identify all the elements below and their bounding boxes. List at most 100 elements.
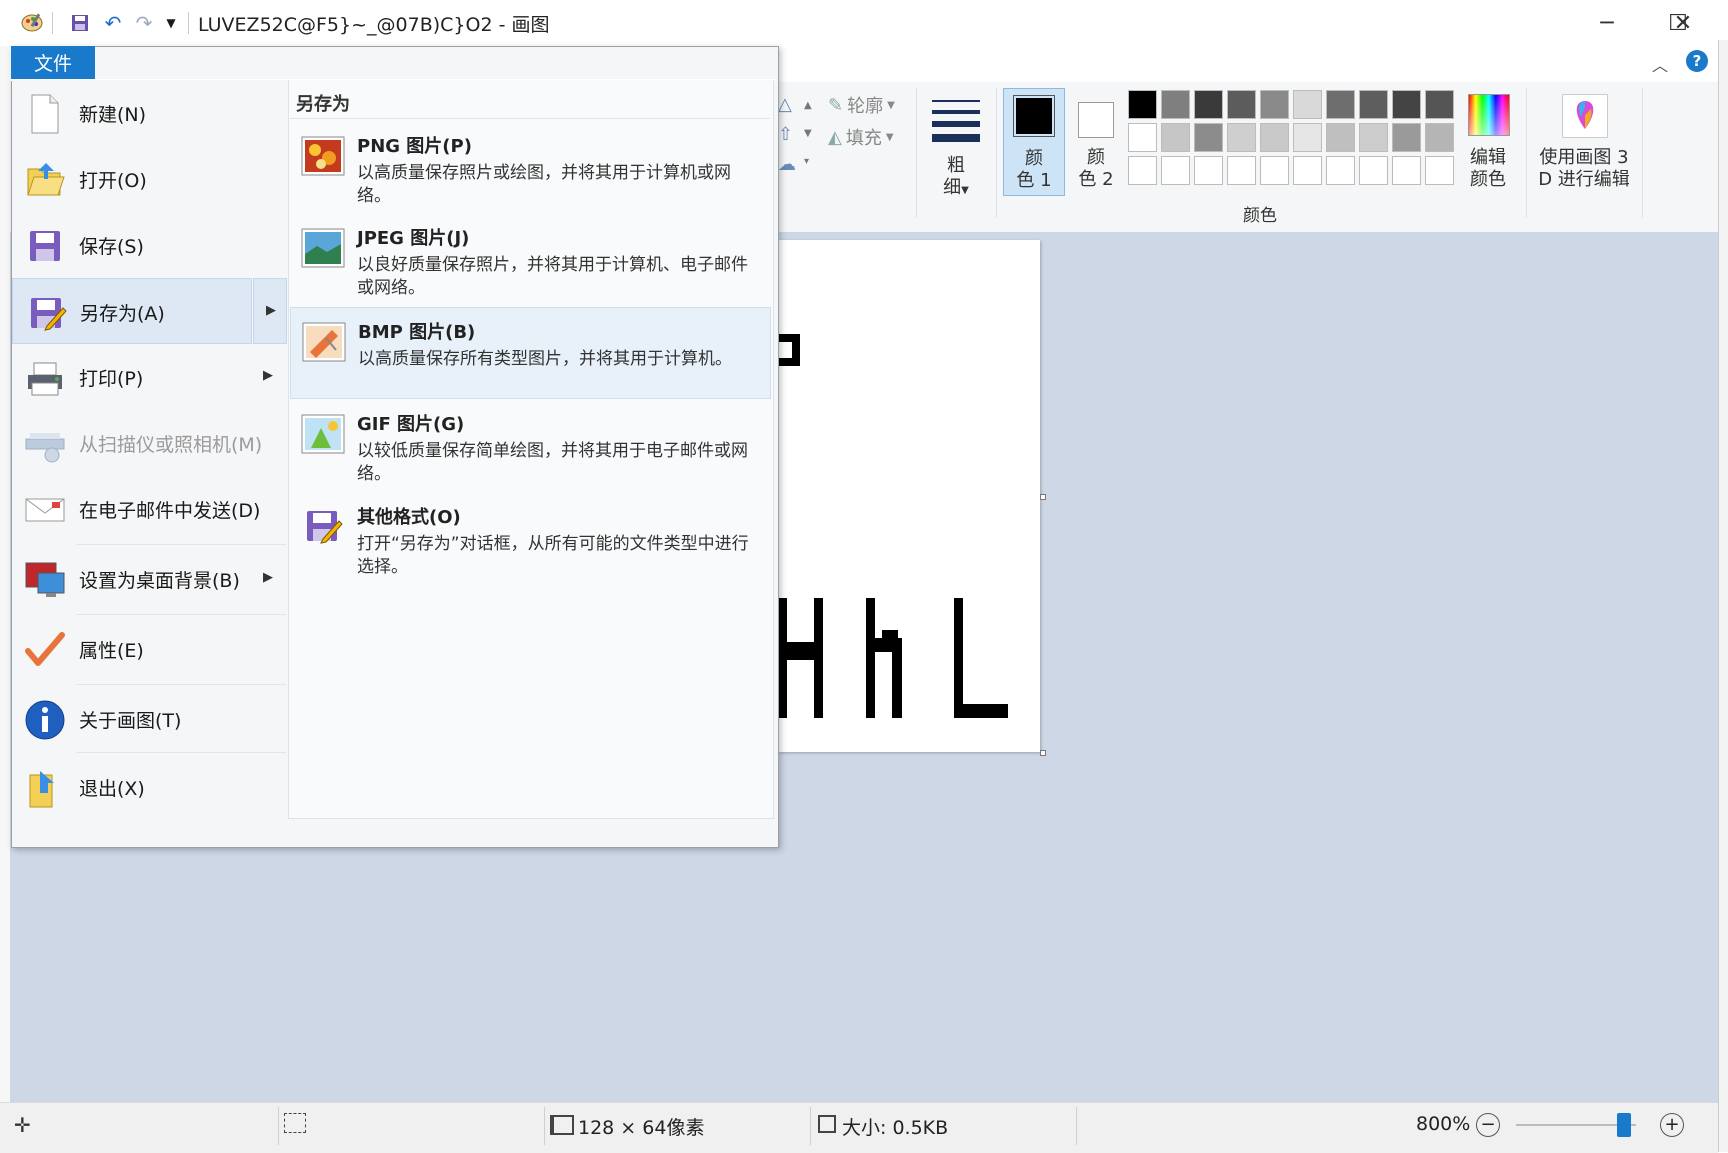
- menu-item-set-desktop[interactable]: 设置为桌面背景(B) ▶: [12, 546, 287, 612]
- menu-item-new[interactable]: 新建(N): [12, 80, 287, 146]
- shape-triangle-icon[interactable]: △: [778, 94, 792, 115]
- chevron-right-icon: ▶: [266, 303, 276, 318]
- palette-empty-swatch[interactable]: [1425, 156, 1454, 185]
- fill-button[interactable]: ◭ 填充 ▼: [828, 124, 894, 150]
- bmp-image-icon: [302, 322, 346, 362]
- save-option-desc: 打开“另存为”对话框，从所有可能的文件类型中进行选择。: [357, 534, 749, 577]
- palette-color-swatch[interactable]: [1227, 90, 1256, 119]
- palette-empty-swatch[interactable]: [1260, 156, 1289, 185]
- zoom-level: 800%: [1416, 1113, 1471, 1135]
- palette-color-swatch[interactable]: [1359, 90, 1388, 119]
- chevron-down-icon[interactable]: ▼: [162, 10, 180, 36]
- palette-color-swatch[interactable]: [1326, 90, 1355, 119]
- palette-color-swatch[interactable]: [1260, 123, 1289, 152]
- palette-color-swatch[interactable]: [1128, 123, 1157, 152]
- palette-empty-swatch[interactable]: [1392, 156, 1421, 185]
- save-option-title: 其他格式(O): [357, 507, 461, 528]
- desktop-icon: [24, 559, 66, 601]
- new-file-icon: [24, 93, 66, 135]
- palette-color-swatch[interactable]: [1326, 123, 1355, 152]
- save-as-header: 另存为: [296, 94, 350, 115]
- save-icon[interactable]: [68, 10, 92, 36]
- shapes-scroll-icon[interactable]: ▲ ▼ ▾: [804, 92, 812, 176]
- palette-empty-swatch[interactable]: [1194, 156, 1223, 185]
- paint-app-icon[interactable]: [18, 10, 46, 36]
- resize-handle-right[interactable]: [1040, 494, 1046, 500]
- menu-item-save[interactable]: 保存(S): [12, 212, 287, 278]
- palette-color-swatch[interactable]: [1194, 90, 1223, 119]
- collapse-ribbon-icon[interactable]: ︿: [1652, 52, 1668, 76]
- menu-item-scanner[interactable]: 从扫描仪或照相机(M): [12, 410, 287, 476]
- palette-empty-swatch[interactable]: [1227, 156, 1256, 185]
- palette-color-swatch[interactable]: [1227, 123, 1256, 152]
- outline-button[interactable]: ✎ 轮廓 ▼: [828, 92, 895, 118]
- menu-item-label: 在电子邮件中发送(D): [79, 500, 261, 522]
- line-medium: [932, 110, 980, 114]
- save-as-icon: [25, 292, 67, 334]
- paint3d-button[interactable]: 使用画图 3 D 进行编辑: [1532, 88, 1636, 198]
- menu-item-properties[interactable]: 属性(E): [12, 616, 287, 682]
- menu-item-label: 关于画图(T): [79, 710, 182, 732]
- save-as-png[interactable]: PNG 图片(P) 以高质量保存照片或绘图，并将其用于计算机或网络。: [290, 122, 771, 214]
- save-as-jpeg[interactable]: JPEG 图片(J) 以良好质量保存照片，并将其用于计算机、电子邮件或网络。: [290, 214, 771, 306]
- menu-item-email[interactable]: 在电子邮件中发送(D): [12, 476, 287, 542]
- palette-color-swatch[interactable]: [1392, 123, 1421, 152]
- undo-icon[interactable]: ↶: [100, 10, 126, 36]
- window-title: LUVEZ52C@F5}~_@07B)C}O2 - 画图: [198, 14, 550, 36]
- palette-empty-swatch[interactable]: [1293, 156, 1322, 185]
- zoom-slider-thumb[interactable]: [1617, 1113, 1631, 1137]
- save-as-bmp[interactable]: BMP 图片(B) 以高质量保存所有类型图片，并将其用于计算机。: [290, 307, 771, 399]
- palette-color-swatch[interactable]: [1260, 90, 1289, 119]
- palette-color-swatch[interactable]: [1293, 123, 1322, 152]
- palette-color-swatch[interactable]: [1425, 90, 1454, 119]
- file-size: 大小: 0.5KB: [842, 1117, 949, 1139]
- chevron-right-icon: ▶: [263, 570, 273, 585]
- fill-label: 填充: [845, 128, 882, 149]
- palette-empty-swatch[interactable]: [1128, 156, 1157, 185]
- file-tab[interactable]: 文件: [11, 46, 95, 79]
- shape-arrow-icon[interactable]: ⇧: [778, 124, 793, 145]
- menu-item-save-as[interactable]: 另存为(A): [12, 278, 252, 344]
- save-as-other[interactable]: 其他格式(O) 打开“另存为”对话框，从所有可能的文件类型中进行选择。: [290, 493, 771, 585]
- menu-item-print[interactable]: 打印(P) ▶: [12, 344, 287, 410]
- cursor-position-icon: ✛: [14, 1113, 31, 1137]
- size-button[interactable]: 粗 细▼: [930, 90, 986, 200]
- palette-empty-swatch[interactable]: [1359, 156, 1388, 185]
- resize-handle-corner[interactable]: [1040, 750, 1046, 756]
- line-thin: [932, 100, 980, 102]
- save-option-title: BMP 图片(B): [358, 322, 476, 343]
- zoom-out-button[interactable]: −: [1476, 1113, 1500, 1137]
- save-as-gif[interactable]: GIF 图片(G) 以较低质量保存简单绘图，并将其用于电子邮件或网络。: [290, 400, 771, 492]
- edit-colors-button[interactable]: 编辑 颜色: [1460, 88, 1516, 198]
- menu-item-label: 属性(E): [79, 640, 144, 662]
- save-as-expand-button[interactable]: ▶: [253, 278, 287, 344]
- checkmark-icon: [24, 629, 66, 671]
- menu-item-open[interactable]: 打开(O): [12, 146, 287, 212]
- palette-color-swatch[interactable]: [1392, 90, 1421, 119]
- palette-color-swatch[interactable]: [1161, 123, 1190, 152]
- palette-color-swatch[interactable]: [1293, 90, 1322, 119]
- color2-button[interactable]: 颜 色 2: [1068, 88, 1124, 196]
- divider: [290, 118, 770, 119]
- shape-cloud-icon[interactable]: ☁: [778, 154, 796, 175]
- redo-icon[interactable]: ↷: [131, 10, 157, 36]
- palette-color-swatch[interactable]: [1161, 90, 1190, 119]
- size-label-bottom: 细▼: [943, 177, 969, 198]
- zoom-in-button[interactable]: +: [1660, 1113, 1684, 1137]
- minimize-button[interactable]: ─: [1572, 0, 1642, 46]
- palette-color-swatch[interactable]: [1425, 123, 1454, 152]
- color1-button[interactable]: 颜 色 1: [1003, 88, 1065, 196]
- close-button[interactable]: ✕: [1648, 0, 1718, 46]
- save-option-title: GIF 图片(G): [357, 414, 465, 435]
- menu-item-exit[interactable]: 退出(X): [12, 754, 287, 820]
- help-icon[interactable]: ?: [1686, 50, 1708, 72]
- palette-empty-swatch[interactable]: [1161, 156, 1190, 185]
- palette-color-swatch[interactable]: [1359, 123, 1388, 152]
- right-edge: [1718, 40, 1728, 1152]
- palette-color-swatch[interactable]: [1194, 123, 1223, 152]
- menu-item-about[interactable]: 关于画图(T): [12, 686, 287, 752]
- save-option-desc: 以良好质量保存照片，并将其用于计算机、电子邮件或网络。: [357, 255, 748, 298]
- palette-empty-swatch[interactable]: [1326, 156, 1355, 185]
- palette-color-swatch[interactable]: [1128, 90, 1157, 119]
- drawing-canvas[interactable]: [778, 240, 1040, 752]
